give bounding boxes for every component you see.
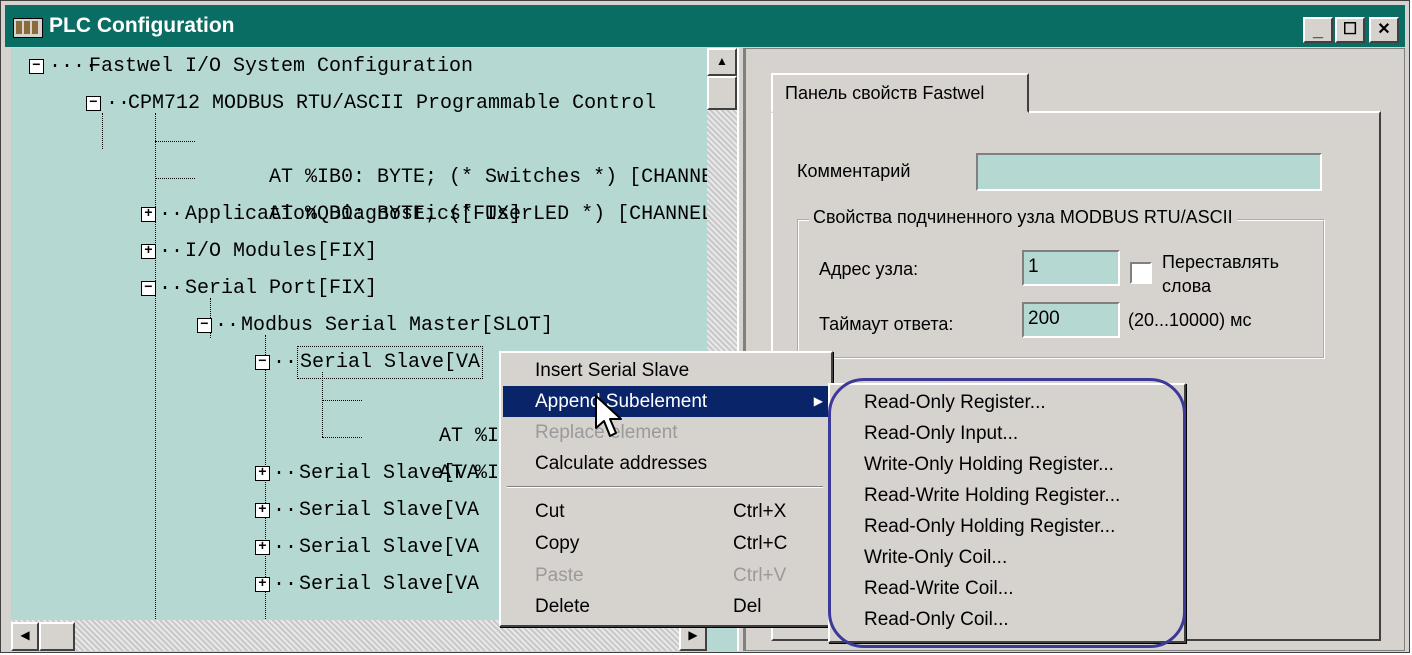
tree-node-label: Application Diagnostics[FIX] <box>185 203 522 226</box>
expand-icon[interactable]: + <box>255 503 270 518</box>
comment-field[interactable] <box>976 153 1322 191</box>
tree-connector <box>322 437 362 438</box>
close-button[interactable]: ✕ <box>1369 17 1399 43</box>
submenu-item-read-only-input[interactable]: Read-Only Input... <box>832 418 1182 449</box>
submenu-item-write-only-holding-register[interactable]: Write-Only Holding Register... <box>832 449 1182 480</box>
group-title: Свойства подчиненного узла MODBUS RTU/AS… <box>809 207 1237 228</box>
tree-node-label: Serial Slave[VA <box>299 536 480 559</box>
submenu-item-read-only-coil[interactable]: Read-Only Coil... <box>832 604 1182 635</box>
tree-node[interactable]: + ·· Serial Slave[VA <box>255 492 479 529</box>
tree-node-label: Serial Slave[VA <box>299 462 480 485</box>
append-subelement-submenu: Read-Only Register... Read-Only Input...… <box>828 383 1186 643</box>
tree-node-label: Fastwel I/O System Configuration <box>89 55 474 78</box>
minimize-button[interactable]: _ <box>1303 17 1333 43</box>
expand-icon[interactable]: + <box>255 540 270 555</box>
window-title: PLC Configuration <box>49 14 235 37</box>
tree-node[interactable]: − ·· Modbus Serial Master[SLOT] <box>197 307 553 344</box>
tree-node[interactable]: − ···· Fastwel I/O System Configuration <box>29 48 473 85</box>
tree-connector <box>322 400 362 401</box>
tree-node-label: Serial Slave[VA <box>297 346 484 379</box>
scroll-left-button[interactable]: ◀ <box>11 622 39 651</box>
maximize-icon: ☐ <box>1342 21 1358 38</box>
menu-item-copy[interactable]: Copy Ctrl+C <box>503 528 829 559</box>
tree-node[interactable]: AT %QB0: BYTE; (* UserLED *) [CHANNEL <box>197 159 713 226</box>
tree-node[interactable]: AT %IB0: BYTE; (* Switches *) [CHANNEL <box>197 122 725 189</box>
submenu-arrow-icon: ▶ <box>813 394 823 408</box>
menu-item-replace-element[interactable]: Replace element <box>503 417 829 448</box>
tree-node[interactable]: + ·· I/O Modules[FIX] <box>141 233 377 270</box>
submenu-item-write-only-coil[interactable]: Write-Only Coil... <box>832 542 1182 573</box>
expand-icon[interactable]: + <box>255 466 270 481</box>
tree-connector <box>155 178 195 179</box>
arrow-left-icon: ◀ <box>20 628 30 642</box>
shortcut-delete: Del <box>733 596 762 617</box>
tree-node[interactable]: − ·· Serial Port[FIX] <box>141 270 377 307</box>
minimize-icon: _ <box>1312 20 1323 40</box>
expand-icon[interactable]: + <box>141 244 156 259</box>
tree-node-selected[interactable]: − ·· Serial Slave[VA <box>255 344 484 381</box>
title-bar[interactable]: PLC Configuration _ ☐ ✕ <box>5 5 1405 47</box>
tree-node-label: Modbus Serial Master[SLOT] <box>241 314 554 337</box>
collapse-icon[interactable]: − <box>29 59 44 74</box>
expand-icon[interactable]: + <box>141 207 156 222</box>
menu-separator <box>507 486 823 488</box>
menu-item-cut[interactable]: Cut Ctrl+X <box>503 496 829 527</box>
tree-node-label: CPM712 MODBUS RTU/ASCII Programmable Con… <box>128 92 657 115</box>
tree-node-label: Serial Port[FIX] <box>185 277 378 300</box>
swap-words-label: Переставлять слова <box>1162 252 1280 296</box>
menu-item-insert-serial-slave[interactable]: Insert Serial Slave <box>503 355 829 386</box>
shortcut-paste: Ctrl+V <box>733 565 787 586</box>
collapse-icon[interactable]: − <box>86 96 101 111</box>
tree-node-label: I/O Modules[FIX] <box>185 240 378 263</box>
submenu-item-read-only-holding-register[interactable]: Read-Only Holding Register... <box>832 511 1182 542</box>
timeout-label: Таймаут ответа: <box>819 314 954 334</box>
comment-label: Комментарий <box>797 161 911 181</box>
arrow-up-icon: ▲ <box>716 54 728 68</box>
scroll-thumb-horizontal[interactable] <box>39 622 75 651</box>
menu-item-delete[interactable]: Delete Del <box>503 591 829 622</box>
collapse-icon[interactable]: − <box>197 318 212 333</box>
maximize-button[interactable]: ☐ <box>1335 17 1365 43</box>
tab-fastwel-properties[interactable]: Панель свойств Fastwel <box>771 73 1029 113</box>
tree-node[interactable]: + ·· Serial Slave[VA <box>255 455 479 492</box>
tree-node-label: Serial Slave[VA <box>299 499 480 522</box>
arrow-right-icon: ▶ <box>688 628 698 642</box>
scroll-thumb[interactable] <box>707 76 737 110</box>
submenu-item-read-only-register[interactable]: Read-Only Register... <box>832 387 1182 418</box>
tree-node[interactable]: + ·· Serial Slave[VA <box>255 566 479 603</box>
mouse-cursor-icon <box>595 395 622 437</box>
menu-item-calculate-addresses[interactable]: Calculate addresses <box>503 448 829 479</box>
tree-node[interactable]: + ·· Application Diagnostics[FIX] <box>141 196 521 233</box>
collapse-icon[interactable]: − <box>141 281 156 296</box>
expand-icon[interactable]: + <box>255 577 270 592</box>
tree-node[interactable]: + ·· Serial Slave[VA <box>255 529 479 566</box>
scroll-up-button[interactable]: ▲ <box>707 48 737 76</box>
timeout-field[interactable]: 200 <box>1022 302 1120 338</box>
shortcut-cut: Ctrl+X <box>733 501 787 522</box>
close-icon: ✕ <box>1377 21 1391 38</box>
address-label: Адрес узла: <box>819 259 919 279</box>
tree-node-label: Serial Slave[VA <box>299 573 480 596</box>
timeout-range-label: (20...10000) мс <box>1128 310 1252 330</box>
tree-connector <box>155 141 195 142</box>
swap-words-checkbox[interactable] <box>1130 262 1152 284</box>
menu-item-append-subelement[interactable]: Append Subelement ▶ <box>503 386 829 417</box>
shortcut-copy: Ctrl+C <box>733 533 788 554</box>
menu-item-paste[interactable]: Paste Ctrl+V <box>503 560 829 591</box>
tree-node[interactable]: − ·· CPM712 MODBUS RTU/ASCII Programmabl… <box>86 85 656 122</box>
plc-app-icon <box>13 18 43 38</box>
context-menu: Insert Serial Slave Append Subelement ▶ R… <box>499 351 833 627</box>
submenu-item-read-write-holding-register[interactable]: Read-Write Holding Register... <box>832 480 1182 511</box>
address-field[interactable]: 1 <box>1022 250 1120 286</box>
collapse-icon[interactable]: − <box>255 355 270 370</box>
submenu-item-read-write-coil[interactable]: Read-Write Coil... <box>832 573 1182 604</box>
